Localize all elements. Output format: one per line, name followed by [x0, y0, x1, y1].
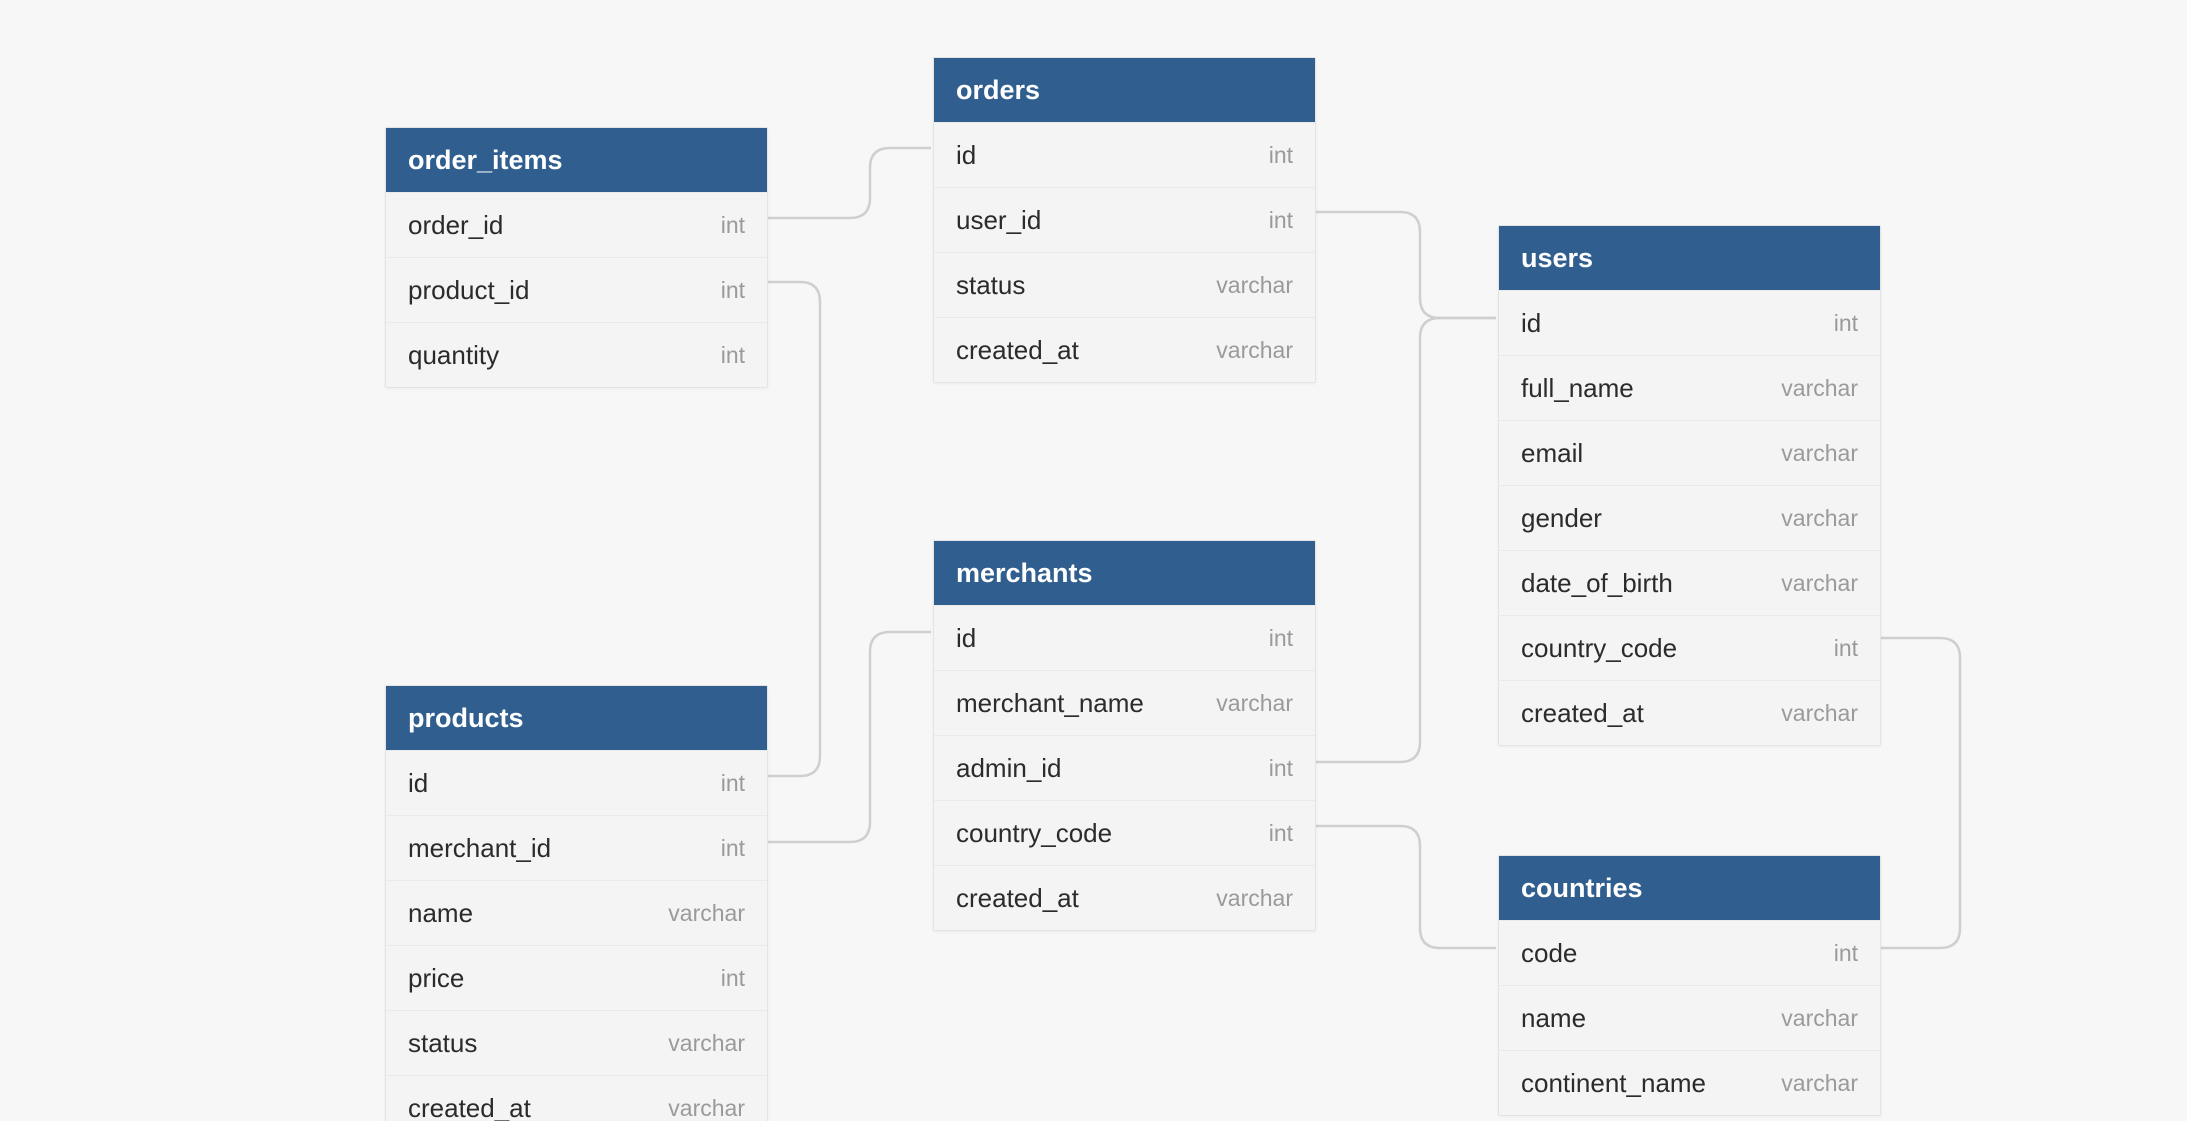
column-type: varchar	[668, 1095, 745, 1121]
column-row[interactable]: gender varchar	[1499, 485, 1880, 550]
column-name: quantity	[408, 340, 499, 371]
column-name: created_at	[956, 335, 1079, 366]
column-name: merchant_name	[956, 688, 1144, 719]
column-name: name	[1521, 1003, 1586, 1034]
column-row[interactable]: quantity int	[386, 322, 767, 387]
column-type: int	[1269, 625, 1293, 652]
column-type: varchar	[1216, 885, 1293, 912]
column-type: int	[1834, 310, 1858, 337]
table-order-items[interactable]: order_items order_id int product_id int …	[385, 127, 768, 388]
column-name: user_id	[956, 205, 1041, 236]
column-name: price	[408, 963, 464, 994]
column-row[interactable]: country_code int	[934, 800, 1315, 865]
column-row[interactable]: status varchar	[934, 252, 1315, 317]
column-type: int	[1834, 940, 1858, 967]
column-row[interactable]: created_at varchar	[386, 1075, 767, 1121]
column-type: varchar	[1781, 505, 1858, 532]
column-row[interactable]: created_at varchar	[1499, 680, 1880, 745]
column-name: created_at	[408, 1093, 531, 1121]
column-type: int	[721, 212, 745, 239]
column-row[interactable]: product_id int	[386, 257, 767, 322]
table-products[interactable]: products id int merchant_id int name var…	[385, 685, 768, 1121]
column-name: id	[956, 623, 976, 654]
column-name: name	[408, 898, 473, 929]
table-users[interactable]: users id int full_name varchar email var…	[1498, 225, 1881, 746]
column-type: int	[721, 342, 745, 369]
table-header: countries	[1499, 856, 1880, 920]
column-row[interactable]: date_of_birth varchar	[1499, 550, 1880, 615]
table-orders[interactable]: orders id int user_id int status varchar…	[933, 57, 1316, 383]
table-header: order_items	[386, 128, 767, 192]
column-name: created_at	[956, 883, 1079, 914]
column-name: order_id	[408, 210, 503, 241]
column-name: date_of_birth	[1521, 568, 1673, 599]
column-type: varchar	[1216, 337, 1293, 364]
column-type: varchar	[1216, 690, 1293, 717]
column-type: int	[721, 277, 745, 304]
column-name: country_code	[956, 818, 1112, 849]
column-type: varchar	[1781, 1005, 1858, 1032]
table-merchants[interactable]: merchants id int merchant_name varchar a…	[933, 540, 1316, 931]
column-row[interactable]: admin_id int	[934, 735, 1315, 800]
column-row[interactable]: created_at varchar	[934, 865, 1315, 930]
column-row[interactable]: country_code int	[1499, 615, 1880, 680]
column-row[interactable]: order_id int	[386, 192, 767, 257]
column-name: created_at	[1521, 698, 1644, 729]
column-name: continent_name	[1521, 1068, 1706, 1099]
column-row[interactable]: id int	[934, 605, 1315, 670]
column-row[interactable]: email varchar	[1499, 420, 1880, 485]
column-type: int	[721, 965, 745, 992]
table-header: orders	[934, 58, 1315, 122]
column-type: varchar	[1781, 440, 1858, 467]
column-row[interactable]: id int	[934, 122, 1315, 187]
table-header: products	[386, 686, 767, 750]
column-row[interactable]: created_at varchar	[934, 317, 1315, 382]
column-name: product_id	[408, 275, 529, 306]
column-row[interactable]: status varchar	[386, 1010, 767, 1075]
column-type: varchar	[668, 1030, 745, 1057]
column-row[interactable]: price int	[386, 945, 767, 1010]
column-type: int	[721, 770, 745, 797]
column-name: gender	[1521, 503, 1602, 534]
column-type: int	[1269, 755, 1293, 782]
column-name: id	[956, 140, 976, 171]
column-name: admin_id	[956, 753, 1062, 784]
table-header: merchants	[934, 541, 1315, 605]
erd-canvas: order_items order_id int product_id int …	[0, 0, 2187, 1121]
column-name: id	[1521, 308, 1541, 339]
column-row[interactable]: merchant_id int	[386, 815, 767, 880]
column-type: varchar	[668, 900, 745, 927]
column-row[interactable]: id int	[1499, 290, 1880, 355]
column-name: merchant_id	[408, 833, 551, 864]
column-name: country_code	[1521, 633, 1677, 664]
column-type: int	[1269, 207, 1293, 234]
column-type: int	[721, 835, 745, 862]
column-type: varchar	[1781, 1070, 1858, 1097]
column-type: int	[1834, 635, 1858, 662]
column-row[interactable]: merchant_name varchar	[934, 670, 1315, 735]
column-type: varchar	[1216, 272, 1293, 299]
column-name: full_name	[1521, 373, 1634, 404]
column-name: code	[1521, 938, 1577, 969]
column-row[interactable]: name varchar	[1499, 985, 1880, 1050]
column-row[interactable]: name varchar	[386, 880, 767, 945]
table-header: users	[1499, 226, 1880, 290]
column-name: status	[956, 270, 1025, 301]
column-name: email	[1521, 438, 1583, 469]
column-type: varchar	[1781, 375, 1858, 402]
column-type: int	[1269, 142, 1293, 169]
column-row[interactable]: continent_name varchar	[1499, 1050, 1880, 1115]
column-name: id	[408, 768, 428, 799]
column-row[interactable]: id int	[386, 750, 767, 815]
column-type: varchar	[1781, 700, 1858, 727]
table-countries[interactable]: countries code int name varchar continen…	[1498, 855, 1881, 1116]
column-row[interactable]: user_id int	[934, 187, 1315, 252]
column-type: varchar	[1781, 570, 1858, 597]
column-name: status	[408, 1028, 477, 1059]
column-type: int	[1269, 820, 1293, 847]
column-row[interactable]: full_name varchar	[1499, 355, 1880, 420]
column-row[interactable]: code int	[1499, 920, 1880, 985]
